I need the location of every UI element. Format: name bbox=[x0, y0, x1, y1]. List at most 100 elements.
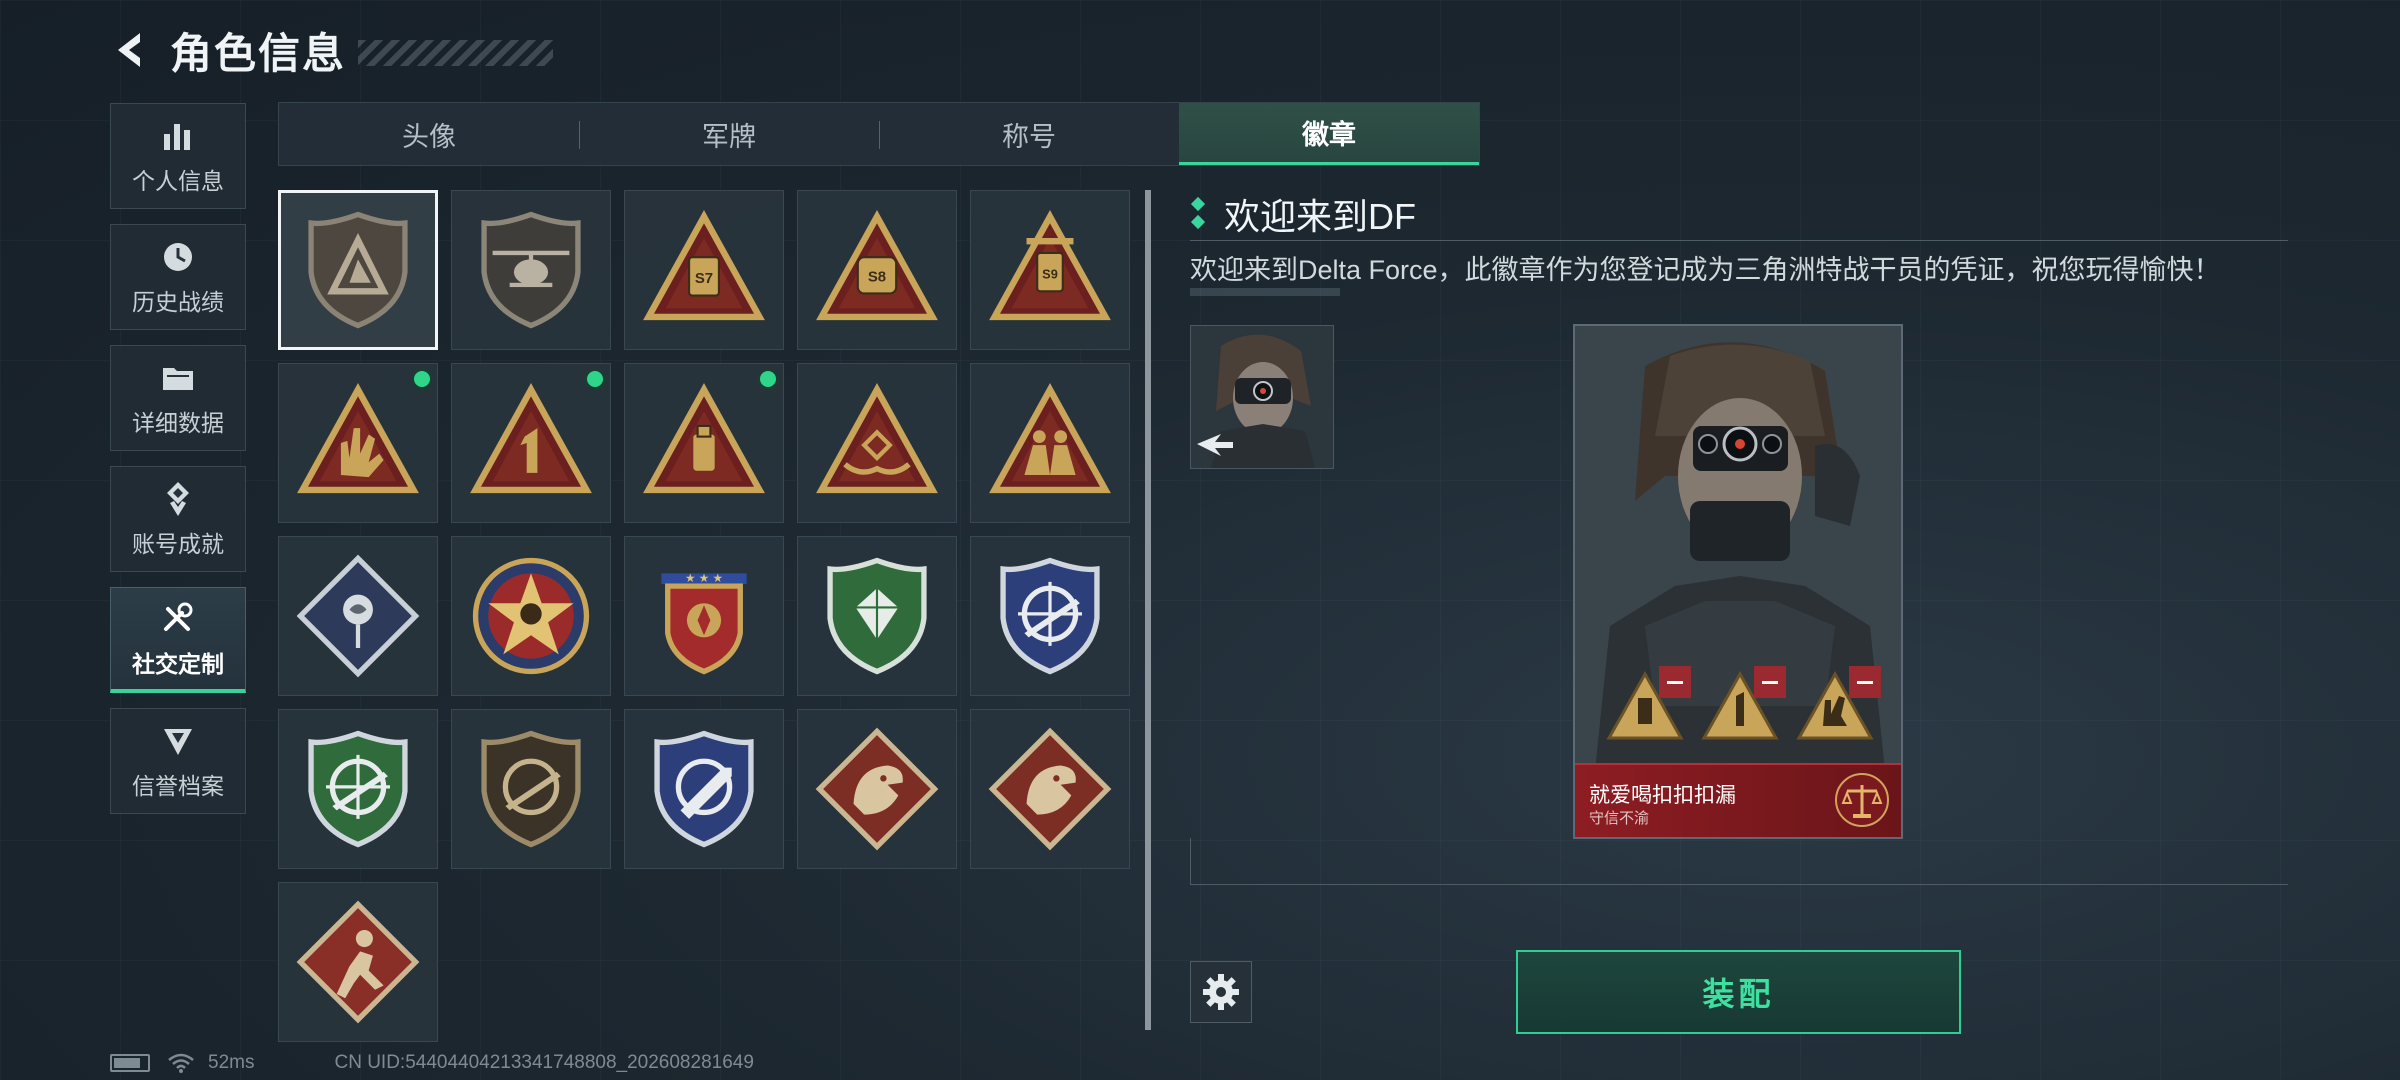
scales-emblem-icon bbox=[1835, 773, 1889, 827]
tab-1[interactable]: 头像 bbox=[279, 103, 579, 165]
player-name: 就爱喝扣扣扣漏 bbox=[1589, 784, 1736, 807]
remove-badge-button[interactable] bbox=[1659, 666, 1691, 698]
badge-name: 欢迎来到DF bbox=[1224, 196, 1416, 237]
hands-triangle-badge bbox=[816, 383, 938, 494]
nav-item-label: 历史战绩 bbox=[132, 289, 224, 315]
nav-item-label: 信誉档案 bbox=[132, 773, 224, 799]
back-arrow-icon bbox=[118, 33, 140, 67]
nav-item-achievement[interactable]: 账号成就 bbox=[110, 466, 246, 572]
badge-cell[interactable] bbox=[797, 363, 957, 523]
badge-cell[interactable] bbox=[451, 190, 611, 350]
nav-item-label: 社交定制 bbox=[132, 650, 224, 677]
three-star-crest-badge: ★ ★ ★ bbox=[661, 572, 747, 675]
description-underline-decoration bbox=[1190, 288, 1340, 296]
battery-icon bbox=[110, 1054, 150, 1072]
page-header: 角色信息 bbox=[110, 20, 554, 80]
badge-cell[interactable] bbox=[451, 536, 611, 696]
ping-value: 52ms bbox=[208, 1052, 255, 1073]
badge-cell[interactable] bbox=[797, 709, 957, 869]
new-indicator-dot bbox=[584, 368, 606, 390]
badge-cell[interactable] bbox=[278, 190, 438, 350]
badge-cell[interactable] bbox=[278, 882, 438, 1042]
number-one-triangle-badge bbox=[470, 383, 592, 494]
green-gem-shield-badge bbox=[827, 557, 927, 675]
folder-icon bbox=[158, 358, 198, 398]
remove-badge-button[interactable] bbox=[1849, 666, 1881, 698]
svg-text:★ ★ ★: ★ ★ ★ bbox=[685, 572, 723, 585]
player-title: 守信不渝 bbox=[1589, 810, 1650, 827]
rose-diamond-badge bbox=[296, 554, 420, 678]
operator-avatar-thumbnail[interactable] bbox=[1190, 325, 1334, 469]
nav-item-bar-chart[interactable]: 个人信息 bbox=[110, 103, 246, 209]
blue-rifle-shield-badge bbox=[1000, 557, 1100, 675]
achievement-icon bbox=[158, 479, 198, 519]
history-clock-icon bbox=[158, 237, 198, 277]
badge-cell[interactable] bbox=[451, 709, 611, 869]
badge-cell[interactable]: S7 bbox=[624, 190, 784, 350]
s7-triangle-badge: S7 bbox=[643, 210, 765, 321]
brown-rifle-shield-badge bbox=[481, 730, 581, 848]
badge-detail-header: 欢迎来到DF bbox=[1190, 188, 1416, 240]
badge-cell[interactable] bbox=[970, 363, 1130, 523]
title-stripe-decoration bbox=[358, 40, 554, 66]
equip-button-label: 装配 bbox=[1702, 976, 1775, 1012]
operator-showcase-card[interactable]: 就爱喝扣扣扣漏 守信不渝 bbox=[1573, 324, 1903, 839]
s9-triangle-badge: S9 bbox=[989, 210, 1111, 321]
divider bbox=[1190, 240, 2288, 241]
hand-sign-triangle-badge bbox=[297, 383, 419, 494]
badge-cell[interactable] bbox=[278, 536, 438, 696]
badge-grid: S7 S8 S9 ★ ★ ★ bbox=[278, 190, 1130, 1042]
badge-cell[interactable] bbox=[970, 709, 1130, 869]
badge-cell[interactable]: S8 bbox=[797, 190, 957, 350]
bar-chart-icon bbox=[158, 116, 198, 156]
blue-knife-shield-badge bbox=[654, 730, 754, 848]
tab-3[interactable]: 称号 bbox=[879, 103, 1179, 165]
badge-cell[interactable] bbox=[278, 709, 438, 869]
credit-shield-icon bbox=[158, 721, 198, 761]
wifi-icon bbox=[168, 1053, 194, 1073]
s8-triangle-badge: S8 bbox=[816, 210, 938, 321]
badge-cell[interactable]: S9 bbox=[970, 190, 1130, 350]
settings-button[interactable] bbox=[1190, 961, 1252, 1023]
svg-text:S7: S7 bbox=[695, 270, 713, 287]
tab-2[interactable]: 军牌 bbox=[579, 103, 879, 165]
badge-cell[interactable] bbox=[970, 536, 1130, 696]
tab-4[interactable]: 徽章 bbox=[1179, 103, 1479, 165]
nav-item-label: 账号成就 bbox=[132, 531, 224, 557]
page-title: 角色信息 bbox=[170, 29, 347, 77]
divider bbox=[1190, 838, 1191, 884]
nav-item-folder[interactable]: 详细数据 bbox=[110, 345, 246, 451]
nav-item-credit-shield[interactable]: 信誉档案 bbox=[110, 708, 246, 814]
side-nav: 个人信息历史战绩详细数据账号成就社交定制信誉档案 bbox=[110, 103, 248, 829]
remove-badge-button[interactable] bbox=[1754, 666, 1786, 698]
star-emblem-badge bbox=[472, 557, 590, 675]
badge-cell[interactable]: ★ ★ ★ bbox=[624, 536, 784, 696]
svg-text:S8: S8 bbox=[868, 269, 886, 286]
new-indicator-dot bbox=[757, 368, 779, 390]
diamond-marker-icon bbox=[1190, 196, 1206, 231]
badge-slot-2[interactable] bbox=[1700, 666, 1786, 746]
nav-item-wrench-screwdriver[interactable]: 社交定制 bbox=[110, 587, 246, 693]
back-button[interactable] bbox=[110, 25, 150, 75]
badge-slot-1[interactable] bbox=[1605, 666, 1691, 746]
badge-cell[interactable] bbox=[797, 536, 957, 696]
badge-slot-3[interactable] bbox=[1795, 666, 1881, 746]
badge-cell[interactable] bbox=[451, 363, 611, 523]
helicopter-shield-badge bbox=[481, 211, 581, 329]
equip-button[interactable]: 装配 bbox=[1516, 950, 1961, 1034]
badge-grid-scrollbar[interactable] bbox=[1145, 190, 1151, 1030]
scrollbar-thumb[interactable] bbox=[1145, 190, 1151, 1030]
card-nameplate: 就爱喝扣扣扣漏 守信不渝 bbox=[1575, 763, 1901, 837]
tab-bar: 头像 军牌 称号 徽章 bbox=[278, 102, 1480, 166]
dragon-diamond-badge-2 bbox=[988, 727, 1112, 851]
svg-text:S9: S9 bbox=[1042, 267, 1058, 282]
badge-cell[interactable] bbox=[624, 709, 784, 869]
operator-avatar-image bbox=[1191, 326, 1333, 468]
nav-item-history-clock[interactable]: 历史战绩 bbox=[110, 224, 246, 330]
wrench-screwdriver-icon bbox=[158, 599, 198, 639]
status-bar: 52ms CN UID:54404404213341748808_2026082… bbox=[110, 1052, 754, 1074]
gear-icon bbox=[1203, 974, 1239, 1010]
badge-cell[interactable] bbox=[278, 363, 438, 523]
dragon-diamond-badge bbox=[815, 727, 939, 851]
badge-cell[interactable] bbox=[624, 363, 784, 523]
